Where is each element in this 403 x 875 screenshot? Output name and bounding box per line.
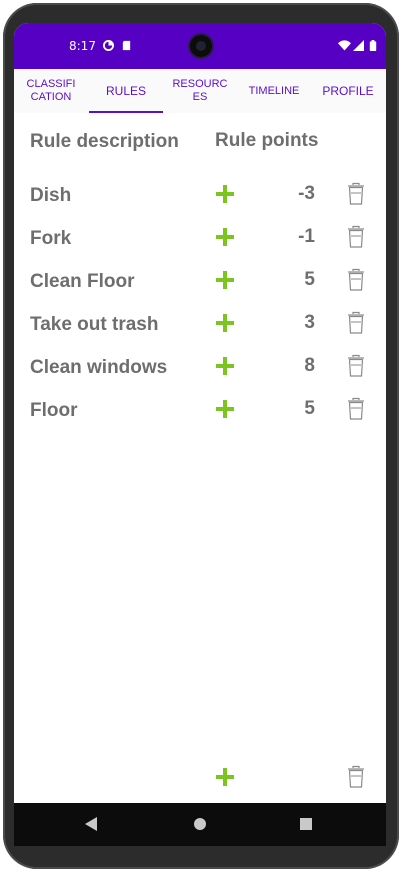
trash-icon[interactable] bbox=[347, 354, 365, 378]
tab-classification[interactable]: CLASSIFI CATION bbox=[14, 69, 88, 113]
tab-bar: CLASSIFI CATION RULES RESOURC ES TIMELIN… bbox=[14, 69, 386, 113]
status-bar: 8:17 bbox=[14, 23, 386, 69]
signal-icon bbox=[353, 40, 364, 51]
add-icon[interactable] bbox=[214, 183, 236, 205]
rule-description: Clean windows bbox=[30, 357, 168, 378]
add-icon[interactable] bbox=[214, 355, 236, 377]
battery-icon bbox=[369, 40, 377, 51]
rule-points: -1 bbox=[298, 226, 315, 247]
wifi-icon bbox=[338, 40, 351, 51]
rule-description: Dish bbox=[30, 185, 72, 206]
rule-description: Take out trash bbox=[30, 314, 159, 335]
rule-row: Dish -3 bbox=[14, 179, 386, 215]
tab-resources[interactable]: RESOURC ES bbox=[164, 69, 236, 113]
system-nav-bar bbox=[14, 803, 386, 846]
trash-icon[interactable] bbox=[347, 765, 365, 789]
rule-points: 5 bbox=[304, 269, 315, 290]
rule-row: Take out trash 3 bbox=[14, 308, 386, 344]
new-rule-row bbox=[14, 762, 386, 798]
rule-points: 5 bbox=[304, 398, 315, 419]
device: 8:17 CLASSIFI CATION RULES RESOURC ES TI… bbox=[0, 0, 403, 875]
recent-apps-icon[interactable] bbox=[300, 818, 312, 830]
add-icon[interactable] bbox=[214, 269, 236, 291]
data-saver-icon bbox=[103, 40, 114, 51]
front-camera bbox=[190, 35, 212, 57]
rule-row: Floor 5 bbox=[14, 394, 386, 430]
add-icon[interactable] bbox=[214, 398, 236, 420]
rule-description: Fork bbox=[30, 228, 72, 249]
add-icon[interactable] bbox=[214, 226, 236, 248]
tab-rules[interactable]: RULES bbox=[89, 69, 163, 113]
rule-row: Clean windows 8 bbox=[14, 351, 386, 387]
tab-timeline[interactable]: TIMELINE bbox=[237, 69, 311, 113]
app-screen: 8:17 CLASSIFI CATION RULES RESOURC ES TI… bbox=[14, 23, 386, 846]
add-icon[interactable] bbox=[214, 312, 236, 334]
trash-icon[interactable] bbox=[347, 311, 365, 335]
rule-points: 8 bbox=[304, 355, 315, 376]
column-header-points: Rule points bbox=[215, 130, 319, 151]
rule-points: 3 bbox=[304, 312, 315, 333]
trash-icon[interactable] bbox=[347, 182, 365, 206]
rule-description: Clean Floor bbox=[30, 271, 135, 292]
back-icon[interactable] bbox=[85, 817, 97, 831]
column-header-description: Rule description bbox=[30, 131, 179, 152]
add-icon[interactable] bbox=[214, 766, 236, 788]
trash-icon[interactable] bbox=[347, 397, 365, 421]
trash-icon[interactable] bbox=[347, 225, 365, 249]
sd-card-icon bbox=[122, 40, 131, 51]
rule-description: Floor bbox=[30, 400, 78, 421]
rule-points: -3 bbox=[298, 183, 315, 204]
status-time: 8:17 bbox=[69, 39, 96, 53]
trash-icon[interactable] bbox=[347, 268, 365, 292]
home-icon[interactable] bbox=[194, 818, 206, 830]
rule-row: Fork -1 bbox=[14, 222, 386, 258]
rule-row: Clean Floor 5 bbox=[14, 265, 386, 301]
tab-profile[interactable]: PROFILE bbox=[312, 69, 384, 113]
